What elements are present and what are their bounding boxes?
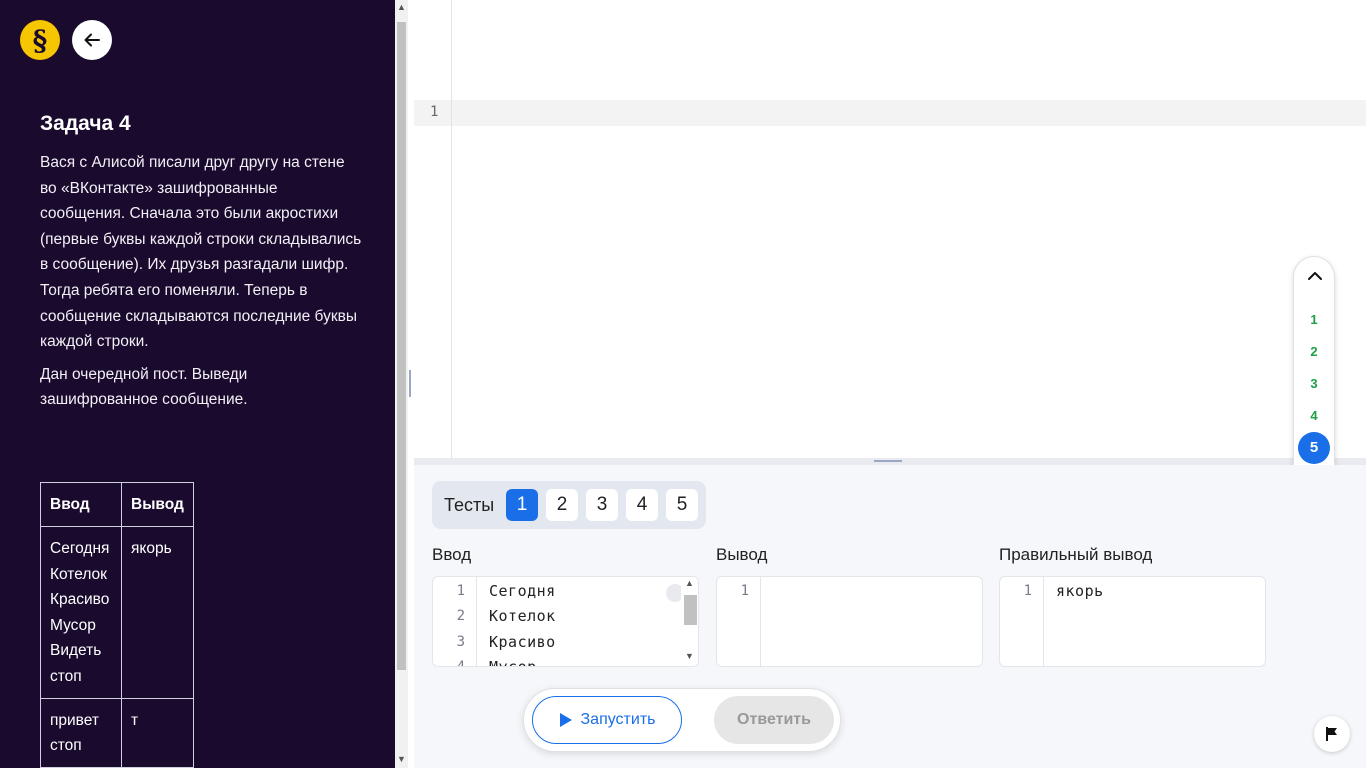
table-cell-line: Мусор: [50, 616, 96, 634]
input-line-number: 2: [456, 608, 465, 624]
output-label: Вывод: [716, 545, 768, 564]
table-cell-input: привет стоп: [40, 697, 122, 768]
editor-line-number: 1: [430, 104, 439, 120]
expected-output-box: 1 якорь: [999, 576, 1266, 667]
scrollbar-thumb[interactable]: [684, 595, 697, 625]
test-tab[interactable]: 2: [546, 489, 578, 521]
table-cell-line: Видеть: [50, 642, 102, 660]
table-cell-line: стоп: [50, 667, 82, 685]
input-line: Красиво: [489, 633, 556, 651]
scroll-down-icon[interactable]: ▼: [685, 651, 694, 661]
task-paragraph: Вася с Алисой писали друг другу на стене…: [40, 154, 362, 351]
arrow-left-icon: [84, 33, 100, 47]
input-line-number: 1: [456, 583, 465, 599]
scrollbar-thumb[interactable]: [397, 22, 406, 670]
table-cell-line: Красиво: [50, 591, 110, 609]
table-header-row: Ввод Вывод: [40, 482, 194, 527]
table-header-output: Вывод: [121, 482, 194, 527]
input-line: Сегодня: [489, 582, 556, 600]
test-tab[interactable]: 4: [626, 489, 658, 521]
task-panel-scrollbar[interactable]: ▲ ▼: [395, 0, 408, 768]
resize-grip[interactable]: [874, 460, 902, 462]
test-tab[interactable]: 3: [586, 489, 618, 521]
play-icon: [559, 713, 572, 727]
task-title: Задача 4: [40, 112, 131, 135]
input-label: Ввод: [432, 545, 472, 564]
test-input-box[interactable]: 1 Сегодня 2 Котелок 3 Красиво 4 Мусор ▲ …: [432, 576, 699, 667]
editor-resize-handle[interactable]: [414, 458, 1366, 465]
examples-table: Ввод Вывод Сегодня Котелок Красиво Мусор…: [40, 482, 194, 768]
answer-button-label: Ответить: [737, 711, 811, 728]
test-nav-item[interactable]: 1: [1294, 312, 1334, 327]
tests-label: Тесты: [444, 495, 495, 515]
test-nav-item-active[interactable]: 5: [1298, 432, 1330, 464]
run-button-label: Запустить: [580, 711, 656, 728]
action-bar: Запустить Ответить: [523, 688, 841, 752]
table-cell-line: Котелок: [50, 565, 107, 583]
run-button[interactable]: Запустить: [532, 696, 682, 744]
table-row: привет стоп т: [40, 697, 194, 768]
task-panel: § Задача 4 Вася с Алисой писали друг дру…: [0, 0, 395, 768]
table-cell-input: Сегодня Котелок Красиво Мусор Видеть сто…: [40, 526, 122, 699]
back-button[interactable]: [72, 20, 112, 60]
table-cell-line: стоп: [50, 737, 82, 755]
report-button[interactable]: [1314, 716, 1350, 752]
scroll-down-icon[interactable]: ▼: [397, 754, 406, 764]
test-nav-item[interactable]: 3: [1294, 376, 1334, 391]
expected-output-label: Правильный вывод: [999, 545, 1153, 564]
logo[interactable]: §: [20, 20, 60, 60]
input-line-number: 3: [456, 634, 465, 650]
chevron-up-icon[interactable]: [1305, 266, 1325, 286]
input-line-number: 4: [456, 659, 465, 667]
editor-gutter: [414, 0, 452, 458]
input-line: Мусор: [489, 658, 537, 667]
resize-grip[interactable]: [409, 370, 411, 397]
output-line-number: 1: [740, 583, 749, 599]
code-editor[interactable]: 1: [414, 0, 1366, 458]
task-paragraph: Дан очередной пост. Выведи зашифрованное…: [40, 365, 248, 409]
table-cell-line: привет: [50, 711, 99, 729]
expected-line-number: 1: [1023, 583, 1032, 599]
test-output-box: 1: [716, 576, 983, 667]
tests-tab-bar: Тесты 1 2 3 4 5: [432, 481, 706, 529]
scroll-up-icon[interactable]: ▲: [685, 578, 694, 588]
flag-icon: [1326, 727, 1337, 741]
table-cell-output: т: [121, 697, 194, 768]
test-nav-item[interactable]: 2: [1294, 344, 1334, 359]
input-scrollbar[interactable]: ▲ ▼: [681, 577, 698, 666]
scroll-up-icon[interactable]: ▲: [397, 2, 406, 12]
test-tab[interactable]: 5: [666, 489, 698, 521]
table-cell-line: Сегодня: [50, 540, 110, 557]
task-description: Вася с Алисой писали друг другу на стене…: [40, 150, 362, 420]
answer-button[interactable]: Ответить: [714, 696, 834, 744]
test-tab-active[interactable]: 1: [506, 489, 538, 521]
input-line: Котелок: [489, 607, 556, 625]
test-nav-item[interactable]: 4: [1294, 408, 1334, 423]
table-row: Сегодня Котелок Красиво Мусор Видеть сто…: [40, 526, 194, 699]
table-header-input: Ввод: [40, 482, 122, 527]
expected-line: якорь: [1056, 582, 1104, 600]
logo-icon: §: [32, 23, 48, 57]
active-line-highlight: [414, 100, 1366, 126]
table-cell-output: якорь: [121, 526, 194, 699]
